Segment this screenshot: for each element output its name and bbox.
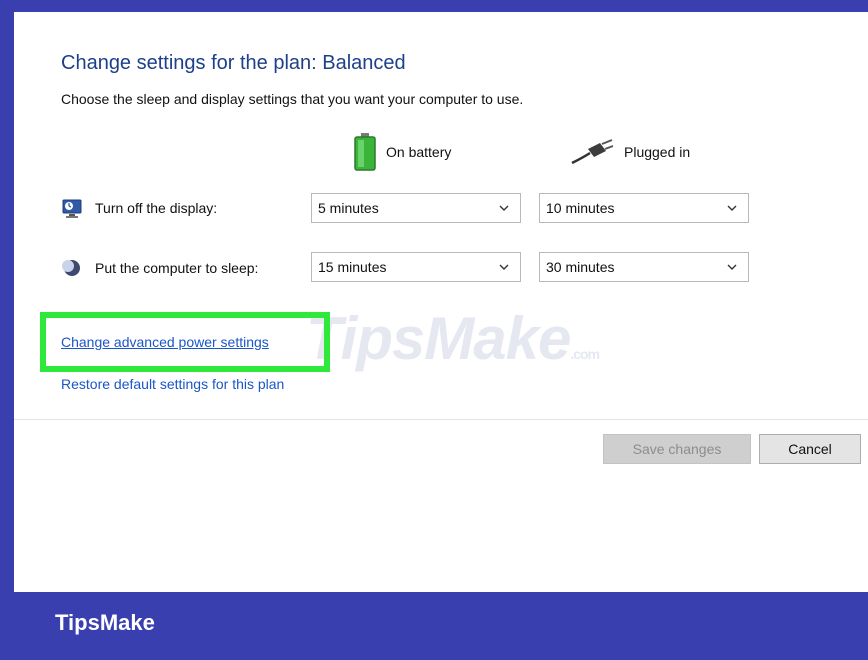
sleep-plugged-select[interactable]: 30 minutes [539, 252, 749, 282]
row-label-sleep-text: Put the computer to sleep: [95, 260, 259, 276]
display-battery-select[interactable]: 5 minutes [311, 193, 521, 223]
save-changes-button[interactable]: Save changes [603, 434, 751, 464]
row-label-display-text: Turn off the display: [95, 200, 218, 216]
chevron-down-icon [727, 264, 737, 270]
brand-logo: TipsMake [55, 610, 155, 635]
watermark: TipsMake.com [306, 304, 600, 373]
sleep-plugged-value: 30 minutes [546, 259, 615, 275]
page-subtitle: Choose the sleep and display settings th… [61, 91, 524, 107]
divider [14, 419, 868, 420]
chevron-down-icon [727, 205, 737, 211]
watermark-suffix: .com [570, 346, 600, 362]
sleep-battery-select[interactable]: 15 minutes [311, 252, 521, 282]
battery-icon [354, 133, 376, 171]
column-header-plugged: Plugged in [570, 132, 690, 172]
display-plugged-value: 10 minutes [546, 200, 615, 216]
sleep-battery-value: 15 minutes [318, 259, 387, 275]
plug-icon [571, 139, 614, 165]
chevron-down-icon [499, 264, 509, 270]
moon-icon [62, 260, 80, 276]
display-battery-value: 5 minutes [318, 200, 379, 216]
column-label-plugged: Plugged in [624, 144, 691, 160]
row-label-sleep: Put the computer to sleep: [61, 257, 258, 279]
advanced-power-settings-link[interactable]: Change advanced power settings [61, 334, 269, 350]
power-plan-window: Change settings for the plan: Balanced C… [14, 12, 868, 592]
display-plugged-select[interactable]: 10 minutes [539, 193, 749, 223]
chevron-down-icon [499, 205, 509, 211]
cancel-button[interactable]: Cancel [759, 434, 861, 464]
page-title: Change settings for the plan: Balanced [61, 52, 406, 74]
monitor-icon [62, 199, 82, 218]
watermark-text: TipsMake [306, 305, 571, 372]
column-header-battery: On battery [354, 132, 451, 172]
row-label-display: Turn off the display: [61, 197, 217, 219]
restore-defaults-link[interactable]: Restore default settings for this plan [61, 376, 284, 392]
column-label-battery: On battery [386, 144, 452, 160]
